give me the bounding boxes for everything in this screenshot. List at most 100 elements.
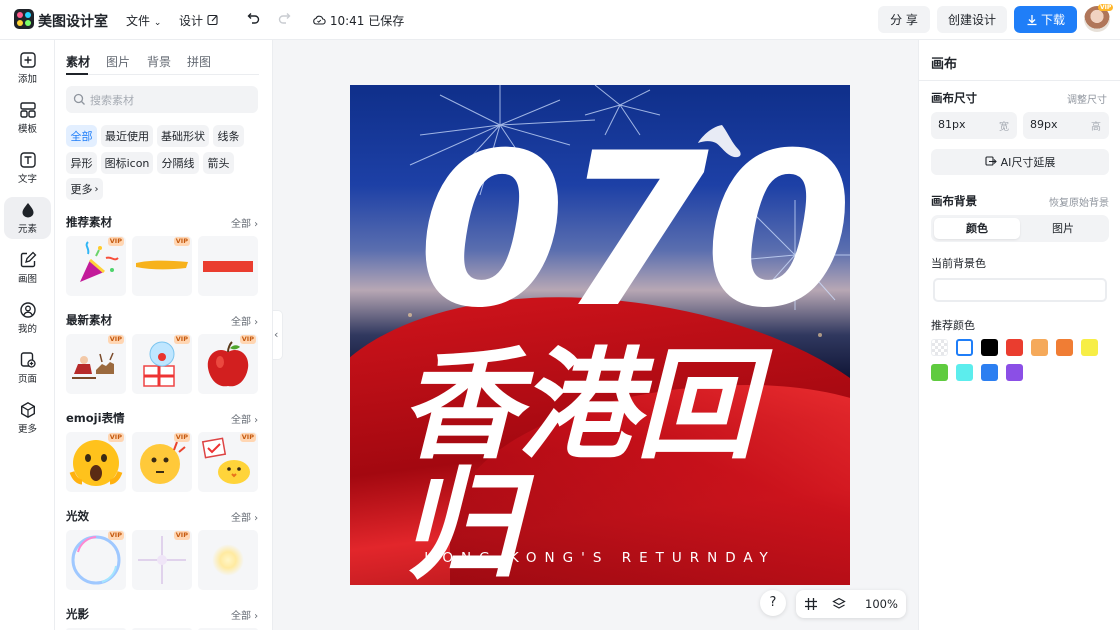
width-input[interactable]: 81px 宽	[931, 112, 1017, 139]
design-canvas[interactable]: 0701 香港回归 HONG KONG'S RETURNDAY	[350, 85, 850, 585]
swatch-green[interactable]	[931, 364, 948, 381]
app-name[interactable]: 美图设计室	[38, 11, 108, 31]
chip-icons[interactable]: 图标icon	[101, 152, 153, 174]
swatch-purple[interactable]	[1006, 364, 1023, 381]
rail-item-mine[interactable]: 我的	[4, 297, 51, 339]
chip-more[interactable]: 更多 ›	[66, 178, 103, 200]
rail-item-page[interactable]: 页面	[4, 347, 51, 389]
chip-recent[interactable]: 最近使用	[101, 125, 153, 147]
bg-type-color[interactable]: 颜色	[934, 218, 1020, 239]
red-rectangle-shape	[203, 261, 253, 272]
vip-badge: VIP	[173, 531, 190, 540]
santa-sleigh-thumb[interactable]: VIP	[66, 334, 126, 394]
rail-item-text[interactable]: 文字	[4, 147, 51, 189]
restore-bg-link[interactable]: 恢复原始背景	[1049, 194, 1109, 209]
chip-irregular[interactable]: 异形	[66, 152, 97, 174]
rail-label-template: 模板	[17, 124, 37, 135]
rail-item-add[interactable]: 添加	[4, 47, 51, 89]
rail-label-more: 更多	[17, 424, 37, 435]
bubble-ring-thumb[interactable]: VIP	[66, 530, 126, 590]
vip-badge: VIP	[173, 237, 190, 246]
shocked-emoji-thumb[interactable]: VIP	[66, 432, 126, 492]
draw-icon	[20, 251, 36, 268]
create-design-button[interactable]: 创建设计	[937, 6, 1007, 33]
height-input[interactable]: 89px 高	[1023, 112, 1109, 139]
undo-icon[interactable]	[245, 11, 261, 27]
ai-expand-icon	[985, 156, 997, 166]
snow-globe-thumb[interactable]: VIP	[132, 334, 192, 394]
meitu-logo-icon[interactable]	[14, 9, 34, 29]
file-menu[interactable]: 文件 ⌄	[126, 12, 161, 29]
rail-label-page: 页面	[17, 374, 37, 385]
cloud-icon	[313, 15, 326, 25]
download-button[interactable]: 下载	[1014, 6, 1077, 33]
tab-materials[interactable]: 素材	[66, 53, 90, 70]
redo-icon[interactable]	[277, 11, 293, 27]
share-button[interactable]: 分 享	[878, 6, 930, 33]
swatch-orange[interactable]	[1056, 339, 1073, 356]
chevron-down-icon: ⌄	[153, 18, 162, 28]
rail-item-more[interactable]: 更多	[4, 397, 51, 439]
see-all-light-effects[interactable]: 全部 ›	[231, 509, 258, 524]
swatch-transparent[interactable]	[931, 339, 948, 356]
chip-all[interactable]: 全部	[66, 125, 97, 147]
swatch-cyan[interactable]	[956, 364, 973, 381]
search-input[interactable]: 搜索素材	[66, 86, 258, 113]
yellow-brush-thumb[interactable]: VIP	[132, 236, 192, 296]
user-icon	[19, 302, 36, 318]
poster-date-text[interactable]: 0701	[418, 125, 850, 337]
see-all-label: 全部	[231, 611, 251, 622]
collapse-panel-handle[interactable]: ‹	[273, 310, 283, 360]
zoom-level[interactable]: 100%	[865, 597, 898, 611]
adjust-size-link[interactable]: 调整尺寸	[1067, 91, 1107, 106]
download-label: 下载	[1040, 13, 1065, 27]
layers-icon[interactable]	[832, 597, 846, 611]
rail-item-element[interactable]: 元素	[4, 197, 51, 239]
zoom-toolbar: 100%	[796, 590, 906, 618]
template-icon	[19, 102, 36, 118]
swatch-yellow[interactable]	[1081, 339, 1098, 356]
panel-title: 画布	[931, 57, 958, 72]
see-all-light-shadow[interactable]: 全部 ›	[231, 607, 258, 622]
poster-subtitle-text[interactable]: HONG KONG'S RETURNDAY	[350, 550, 850, 566]
top-header: 美图设计室 文件 ⌄ 设计 10:41 已保存 分 享 创建设计 下载 VIP	[0, 0, 1120, 40]
left-tool-rail: 添加 模板 文字 元素 画图 我的 页面 更多	[0, 40, 55, 630]
search-icon	[73, 93, 85, 105]
current-bg-color-field[interactable]	[933, 278, 1107, 302]
swatch-light-orange[interactable]	[1031, 339, 1048, 356]
design-menu-label: 设计	[179, 14, 204, 28]
sparkle-thumb[interactable]: VIP	[132, 530, 192, 590]
file-menu-label: 文件	[126, 14, 151, 28]
tab-backgrounds[interactable]: 背景	[147, 53, 171, 70]
soft-glow-thumb[interactable]	[198, 530, 258, 590]
swatch-red[interactable]	[1006, 339, 1023, 356]
bg-type-image[interactable]: 图片	[1020, 218, 1106, 239]
chip-dividers[interactable]: 分隔线	[157, 152, 199, 174]
chick-sign-thumb[interactable]: VIP	[198, 432, 258, 492]
chip-basic-shapes[interactable]: 基础形状	[157, 125, 209, 147]
see-all-emoji[interactable]: 全部 ›	[231, 411, 258, 426]
add-icon	[19, 52, 36, 68]
red-rectangle-thumb[interactable]	[198, 236, 258, 296]
ai-resize-button[interactable]: AI尺寸延展	[931, 149, 1109, 175]
materials-panel: 素材 图片 背景 拼图 搜索素材 全部 最近使用 基础形状 线条 异形 图标ic…	[55, 40, 273, 630]
design-menu[interactable]: 设计	[179, 12, 219, 29]
tab-collage[interactable]: 拼图	[187, 53, 211, 70]
tab-images[interactable]: 图片	[106, 53, 130, 70]
swatch-white[interactable]	[956, 339, 973, 356]
chip-lines[interactable]: 线条	[213, 125, 244, 147]
red-apple-thumb[interactable]: VIP	[198, 334, 258, 394]
thinking-emoji-thumb[interactable]: VIP	[132, 432, 192, 492]
party-popper-thumb[interactable]: VIP	[66, 236, 126, 296]
swatch-black[interactable]	[981, 339, 998, 356]
rail-item-draw[interactable]: 画图	[4, 247, 51, 289]
chip-arrows[interactable]: 箭头	[203, 152, 234, 174]
help-button[interactable]: ?	[760, 590, 786, 616]
rail-item-template[interactable]: 模板	[4, 97, 51, 139]
swatch-blue[interactable]	[981, 364, 998, 381]
see-all-recommended[interactable]: 全部 ›	[231, 215, 258, 230]
text-icon	[19, 152, 36, 168]
avatar-vip-badge: VIP	[1098, 4, 1114, 11]
grid-icon[interactable]	[804, 597, 818, 611]
see-all-latest[interactable]: 全部 ›	[231, 313, 258, 328]
